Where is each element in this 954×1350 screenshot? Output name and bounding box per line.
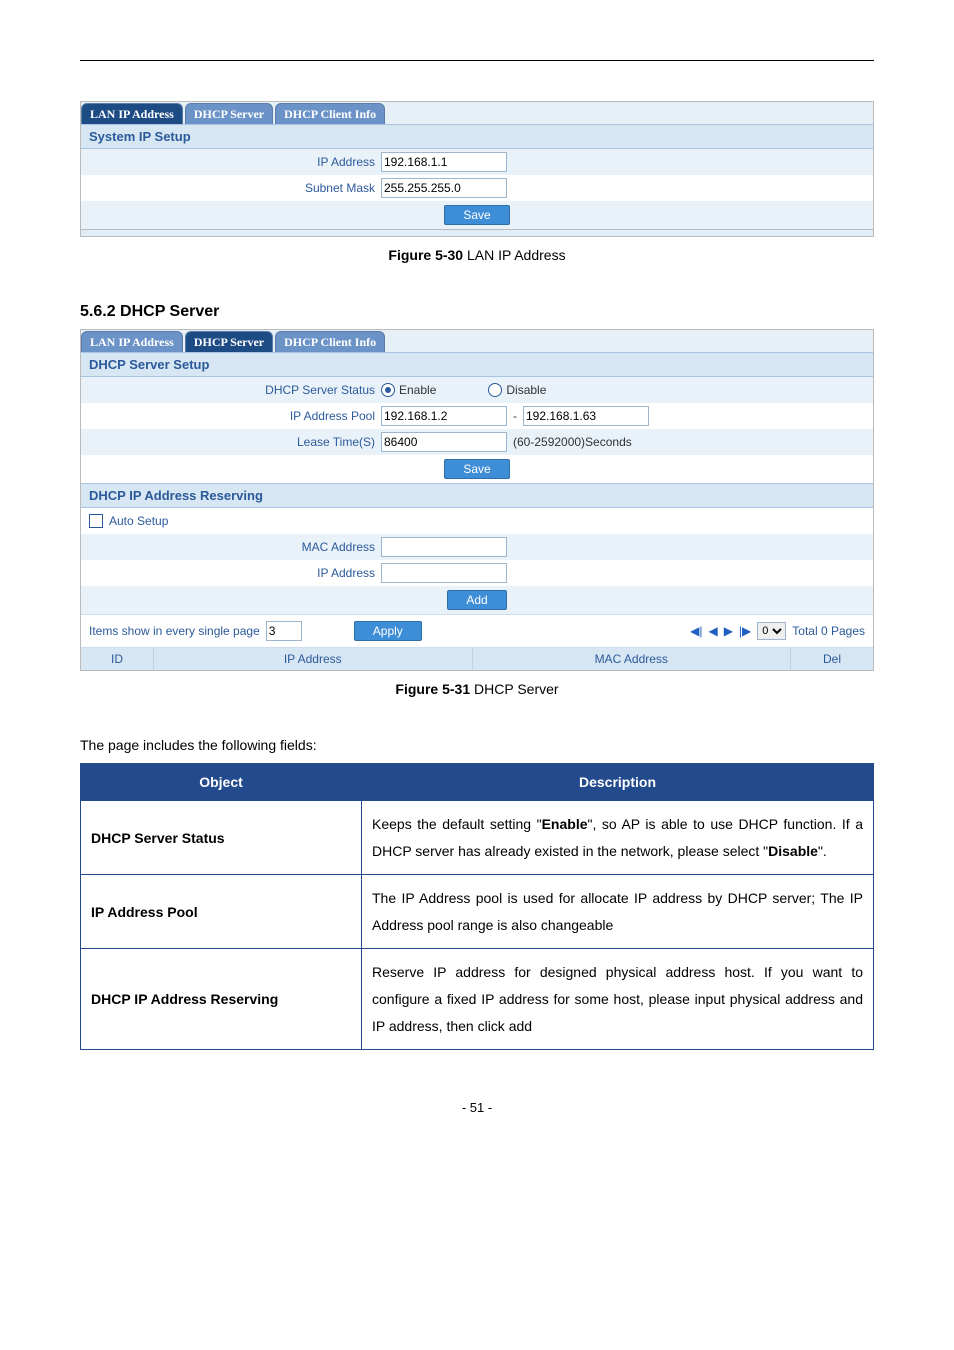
checkbox-auto-setup-label: Auto Setup	[109, 514, 168, 528]
desc-dhcp-status: Keeps the default setting "Enable", so A…	[362, 801, 874, 875]
input-pool-end[interactable]	[523, 406, 649, 426]
figure-caption-5-31: Figure 5-31 DHCP Server	[80, 681, 874, 697]
panel-title-dhcp-reserving: DHCP IP Address Reserving	[81, 483, 873, 508]
input-pool-start[interactable]	[381, 406, 507, 426]
panel-title-dhcp-server-setup: DHCP Server Setup	[81, 352, 873, 377]
panel-title-system-ip: System IP Setup	[81, 124, 873, 149]
input-res-ip-address[interactable]	[381, 563, 507, 583]
th-description: Description	[362, 764, 874, 801]
tab-lan-ip-address-2[interactable]: LAN IP Address	[81, 331, 183, 352]
label-subnet-mask: Subnet Mask	[81, 181, 381, 195]
button-save-lan[interactable]: Save	[444, 205, 509, 225]
items-per-page-label: Items show in every single page	[89, 624, 260, 638]
col-mac-address: MAC Address	[473, 648, 792, 670]
button-apply[interactable]: Apply	[354, 621, 422, 641]
radio-enable-label: Enable	[399, 383, 436, 397]
desc-dhcp-reserving: Reserve IP address for designed physical…	[362, 949, 874, 1050]
col-ip-address: IP Address	[154, 648, 473, 670]
col-id: ID	[81, 648, 154, 670]
tab-lan-ip-address[interactable]: LAN IP Address	[81, 103, 183, 124]
first-page-icon[interactable]: ◀|	[690, 624, 702, 638]
lan-ip-screenshot: LAN IP Address DHCP Server DHCP Client I…	[80, 101, 874, 230]
radio-empty-icon	[488, 383, 502, 397]
input-subnet-mask[interactable]	[381, 178, 507, 198]
lease-hint: (60-2592000)Seconds	[513, 435, 632, 449]
section-heading-dhcp-server: 5.6.2 DHCP Server	[80, 303, 874, 321]
input-items-per-page[interactable]	[266, 621, 302, 641]
next-page-icon[interactable]: ▶	[724, 624, 733, 638]
desc-ip-pool: The IP Address pool is used for allocate…	[362, 875, 874, 949]
select-page[interactable]: 0	[757, 622, 786, 640]
radio-dot-icon	[381, 383, 395, 397]
description-table: Object Description DHCP Server Status Ke…	[80, 763, 874, 1050]
figure-caption-5-30: Figure 5-30 LAN IP Address	[80, 247, 874, 263]
pool-dash: -	[513, 409, 517, 423]
tabs-bar: LAN IP Address DHCP Server DHCP Client I…	[81, 102, 873, 124]
label-dhcp-status: DHCP Server Status	[81, 383, 381, 397]
lead-paragraph: The page includes the following fields:	[80, 737, 874, 753]
label-ip-pool: IP Address Pool	[81, 409, 381, 423]
label-res-ip-address: IP Address	[81, 566, 381, 580]
tab-dhcp-client-info-2[interactable]: DHCP Client Info	[275, 331, 385, 352]
radio-disable[interactable]: Disable	[488, 383, 546, 397]
radio-disable-label: Disable	[506, 383, 546, 397]
last-page-icon[interactable]: |▶	[739, 624, 751, 638]
radio-enable[interactable]: Enable	[381, 383, 436, 397]
prev-page-icon[interactable]: ◀	[708, 624, 717, 638]
tab-dhcp-client-info[interactable]: DHCP Client Info	[275, 103, 385, 124]
label-ip-address: IP Address	[81, 155, 381, 169]
col-del: Del	[791, 648, 873, 670]
checkbox-auto-setup[interactable]	[89, 514, 103, 528]
tab-dhcp-server[interactable]: DHCP Server	[185, 103, 273, 124]
label-mac-address: MAC Address	[81, 540, 381, 554]
dhcp-server-screenshot: LAN IP Address DHCP Server DHCP Client I…	[80, 329, 874, 671]
input-lease-time[interactable]	[381, 432, 507, 452]
label-lease-time: Lease Time(S)	[81, 435, 381, 449]
th-object: Object	[81, 764, 362, 801]
obj-dhcp-reserving: DHCP IP Address Reserving	[81, 949, 362, 1050]
tabs-bar-2: LAN IP Address DHCP Server DHCP Client I…	[81, 330, 873, 352]
page-number: - 51 -	[80, 1100, 874, 1115]
input-ip-address[interactable]	[381, 152, 507, 172]
input-mac-address[interactable]	[381, 537, 507, 557]
total-pages-label: Total 0 Pages	[792, 624, 865, 638]
reservation-table-header: ID IP Address MAC Address Del	[81, 648, 873, 670]
button-add[interactable]: Add	[447, 590, 506, 610]
obj-dhcp-status: DHCP Server Status	[81, 801, 362, 875]
obj-ip-pool: IP Address Pool	[81, 875, 362, 949]
button-save-dhcp[interactable]: Save	[444, 459, 509, 479]
tab-dhcp-server-2[interactable]: DHCP Server	[185, 331, 273, 352]
